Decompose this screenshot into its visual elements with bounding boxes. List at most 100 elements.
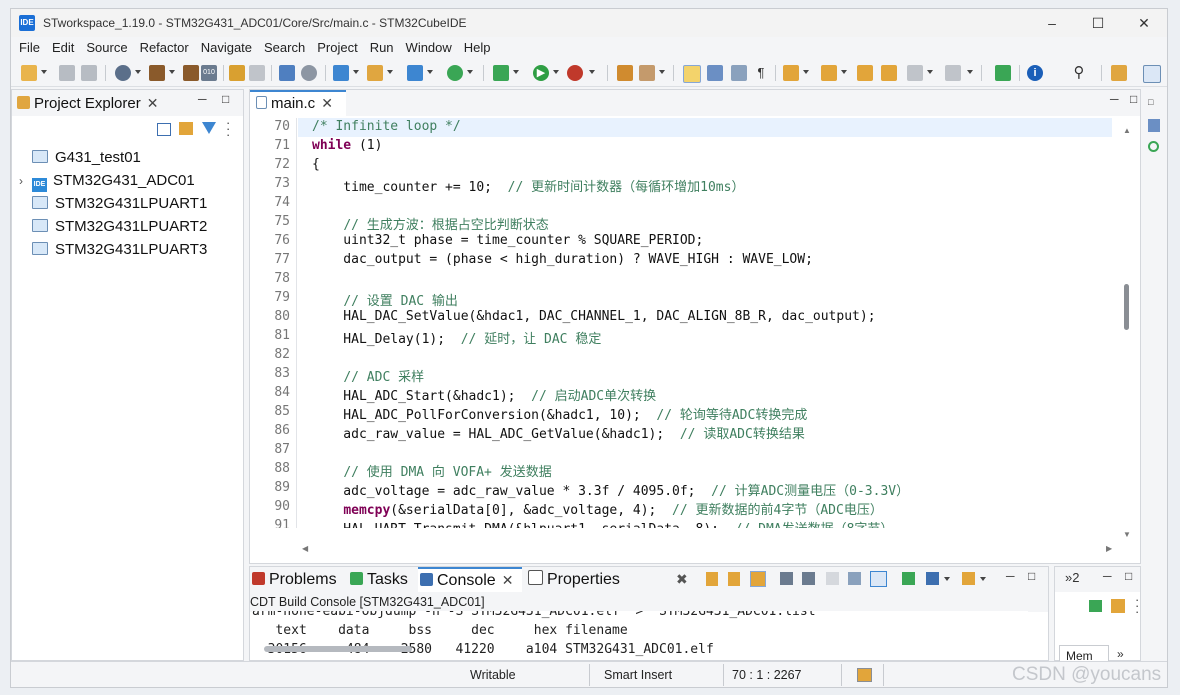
restore-icon[interactable]: □ <box>1148 97 1153 107</box>
menu-edit[interactable]: Edit <box>46 37 80 59</box>
tree-item-stm32g431-adc01[interactable]: › IDE STM32G431_ADC01 <box>19 170 195 192</box>
binary-icon[interactable]: 010 <box>201 65 217 81</box>
menu-source[interactable]: Source <box>80 37 133 59</box>
editor-horizontal-scrollbar[interactable]: ◀ ▶ <box>298 542 1116 558</box>
save-icon[interactable] <box>59 65 75 81</box>
forward-history-icon[interactable] <box>907 65 923 81</box>
menu-project[interactable]: Project <box>311 37 363 59</box>
block-select-icon[interactable] <box>731 65 747 81</box>
pencil-icon[interactable] <box>639 65 655 81</box>
maximize-icon[interactable]: ☐ <box>1075 9 1121 37</box>
save-all-icon[interactable] <box>81 65 97 81</box>
next-error-icon[interactable] <box>706 572 718 586</box>
mark-occurrences-icon[interactable] <box>707 65 723 81</box>
tree-item-g431-test01[interactable]: G431_test01 <box>32 147 141 169</box>
last-edit-icon[interactable] <box>857 65 873 81</box>
tab-problems[interactable]: Problems <box>252 567 337 593</box>
more-views-chevron[interactable]: »2 <box>1065 570 1079 585</box>
console-output[interactable]: arm-none-eabi-objdump -h -S STM32G431_AD… <box>252 611 1028 659</box>
pin-editor-icon[interactable] <box>995 65 1011 81</box>
undo-icon[interactable] <box>229 65 245 81</box>
open-folder-icon[interactable] <box>617 65 633 81</box>
tab-properties[interactable]: Properties <box>528 567 620 593</box>
build-hammer-icon[interactable] <box>149 65 165 81</box>
more-tabs-chevron[interactable]: » <box>1117 647 1124 661</box>
close-icon[interactable]: ✕ <box>147 95 159 111</box>
word-wrap-icon[interactable] <box>826 572 839 585</box>
run-icon[interactable]: ▶ <box>533 65 549 81</box>
scrollbar-thumb[interactable] <box>1124 284 1129 330</box>
menu-window[interactable]: Window <box>400 37 458 59</box>
collapse-all-icon[interactable] <box>157 123 171 136</box>
progress-icon[interactable] <box>857 668 872 682</box>
menu-help[interactable]: Help <box>458 37 497 59</box>
debug-icon[interactable] <box>493 65 509 81</box>
tab-project-explorer[interactable]: Project Explorer ✕ <box>17 90 158 116</box>
show-whitespace-icon[interactable]: ¶ <box>753 65 769 81</box>
console-hscroll-thumb[interactable] <box>264 646 412 652</box>
forward-icon[interactable] <box>945 65 961 81</box>
menu-search[interactable]: Search <box>258 37 311 59</box>
build-targets-icon[interactable] <box>1148 141 1159 152</box>
build-all-icon[interactable] <box>183 65 199 81</box>
console-view-icon[interactable] <box>926 572 939 585</box>
back-icon[interactable] <box>881 65 897 81</box>
redo-icon[interactable] <box>249 65 265 81</box>
maximize-editor-icon[interactable]: □ <box>1130 92 1137 106</box>
prev-annotation-icon[interactable] <box>821 65 837 81</box>
debug-bug-icon[interactable] <box>301 65 317 81</box>
expand-chevron-icon[interactable]: › <box>19 170 32 192</box>
open-console-icon[interactable] <box>902 572 915 585</box>
scroll-lock-icon[interactable] <box>750 571 766 587</box>
show-console-icon[interactable] <box>848 572 861 585</box>
highlight-icon[interactable] <box>683 65 701 83</box>
close-tab-icon[interactable]: ✕ <box>321 95 333 111</box>
minimize-console-icon[interactable]: ─ <box>1006 569 1015 583</box>
tree-item-lpuart3[interactable]: STM32G431LPUART3 <box>32 239 207 261</box>
menu-file[interactable]: File <box>11 37 46 59</box>
next-annotation-icon[interactable] <box>783 65 799 81</box>
tab-main-c[interactable]: main.c ✕ <box>256 90 333 116</box>
build-config-icon[interactable] <box>115 65 131 81</box>
tree-item-lpuart1[interactable]: STM32G431LPUART1 <box>32 193 207 215</box>
menu-navigate[interactable]: Navigate <box>195 37 258 59</box>
new-file-icon[interactable] <box>407 65 423 81</box>
display-console-icon[interactable] <box>870 571 887 587</box>
tab-tasks[interactable]: Tasks <box>350 567 408 593</box>
minimize-icon[interactable]: – <box>1029 9 1075 37</box>
menu-refactor[interactable]: Refactor <box>134 37 195 59</box>
external-tools-icon[interactable] <box>567 65 583 81</box>
close-console-icon[interactable]: ✕ <box>502 572 514 588</box>
outline-icon[interactable] <box>1148 119 1160 132</box>
maximize-panel-icon[interactable]: □ <box>222 92 229 106</box>
tree-item-lpuart2[interactable]: STM32G431LPUART2 <box>32 216 207 238</box>
new-dropdown-icon[interactable] <box>41 70 47 74</box>
sync-icon[interactable] <box>1111 599 1125 613</box>
pin-console-icon[interactable] <box>802 572 815 585</box>
maximize-side-icon[interactable]: □ <box>1125 569 1132 583</box>
side-view-menu-icon[interactable]: · · · <box>1135 593 1139 618</box>
code-area[interactable]: 70 /* Infinite loop */ 71 while (1) 72 {73 ti… <box>250 118 1112 528</box>
new-console-icon[interactable] <box>962 572 975 585</box>
refresh-icon[interactable] <box>447 65 463 81</box>
minimize-panel-icon[interactable]: ─ <box>198 92 207 106</box>
new-project-icon[interactable] <box>367 65 383 81</box>
tab-console[interactable]: Console ✕ <box>420 567 513 593</box>
open-type-icon[interactable] <box>333 65 349 81</box>
menu-run[interactable]: Run <box>364 37 400 59</box>
prev-error-icon[interactable] <box>728 572 740 586</box>
open-view-icon[interactable] <box>1089 600 1102 612</box>
cpp-perspective-icon[interactable] <box>1143 65 1161 83</box>
minimize-side-icon[interactable]: ─ <box>1103 569 1112 583</box>
maximize-console-icon[interactable]: □ <box>1028 569 1035 583</box>
search-icon[interactable]: ⚲ <box>1071 65 1087 81</box>
new-icon[interactable] <box>21 65 37 81</box>
close-window-icon[interactable]: ✕ <box>1121 9 1167 37</box>
minimize-editor-icon[interactable]: ─ <box>1110 92 1119 106</box>
open-perspective-icon[interactable] <box>1111 65 1127 81</box>
info-icon[interactable]: i <box>1027 65 1043 81</box>
link-editor-icon[interactable] <box>179 122 193 135</box>
search-refs-icon[interactable] <box>279 65 295 81</box>
copy-console-icon[interactable] <box>780 572 793 585</box>
filter-icon[interactable] <box>202 122 216 134</box>
